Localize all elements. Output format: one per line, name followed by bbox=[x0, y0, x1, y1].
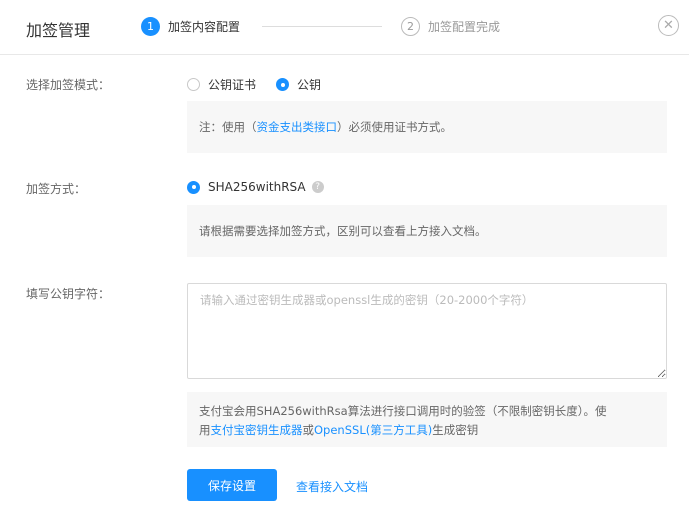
step-1-label: 加签内容配置 bbox=[168, 20, 241, 34]
radio-public-key-cert[interactable]: 公钥证书 bbox=[187, 76, 256, 93]
page-title: 加签管理 bbox=[26, 21, 91, 40]
openssl-link[interactable]: OpenSSL(第三方工具) bbox=[314, 423, 432, 437]
mode-label: 选择加签模式： bbox=[26, 78, 111, 92]
method-label: 加签方式： bbox=[26, 182, 87, 196]
alipay-key-generator-link[interactable]: 支付宝密钥生成器 bbox=[211, 423, 303, 437]
header: 加签管理 1 加签内容配置 2 加签配置完成 ✕ bbox=[0, 0, 689, 55]
key-note: 支付宝会用SHA256withRsa算法进行接口调用时的验签（不限制密钥长度）。… bbox=[187, 392, 667, 447]
close-icon[interactable]: ✕ bbox=[658, 15, 679, 36]
mode-note: 注：使用（资金支出类接口）必须使用证书方式。 bbox=[187, 101, 667, 153]
public-key-input[interactable] bbox=[187, 283, 667, 379]
key-label: 填写公钥字符： bbox=[26, 287, 111, 301]
step-divider bbox=[262, 26, 382, 27]
radio-checked-icon bbox=[276, 78, 290, 91]
note-text: 生成密钥 bbox=[432, 423, 479, 437]
radio-public-key[interactable]: 公钥 bbox=[276, 76, 321, 93]
radio-checked-icon bbox=[187, 180, 200, 194]
step-2-number: 2 bbox=[401, 17, 420, 36]
step-2-label: 加签配置完成 bbox=[428, 20, 501, 34]
key-note-line-1: 支付宝会用SHA256withRsa算法进行接口调用时的验签（不限制密钥长度）。… bbox=[199, 404, 607, 418]
save-button[interactable]: 保存设置 bbox=[187, 469, 277, 501]
mode-radio-group: 公钥证书 公钥 bbox=[187, 76, 341, 93]
help-icon[interactable]: ? bbox=[311, 181, 324, 193]
radio-unchecked-icon bbox=[187, 78, 200, 91]
note-text: 或 bbox=[302, 423, 315, 437]
step-1-number: 1 bbox=[141, 17, 160, 36]
note-prefix: 注：使用（ bbox=[199, 120, 257, 134]
note-text: 用 bbox=[199, 423, 211, 437]
radio-label: SHA256withRSA bbox=[208, 180, 306, 194]
method-radio-group: SHA256withRSA ? bbox=[187, 180, 324, 194]
key-note-line-2: 用支付宝密钥生成器或OpenSSL(第三方工具)生成密钥 bbox=[199, 421, 655, 440]
note-suffix: ）必须使用证书方式。 bbox=[337, 120, 452, 134]
radio-sha256withrsa[interactable]: SHA256withRSA bbox=[187, 180, 306, 194]
step-1: 1 加签内容配置 bbox=[141, 17, 240, 36]
radio-label: 公钥 bbox=[297, 78, 322, 92]
step-2: 2 加签配置完成 bbox=[401, 17, 500, 36]
fund-expense-api-link[interactable]: 资金支出类接口 bbox=[257, 120, 338, 134]
radio-label: 公钥证书 bbox=[208, 78, 257, 92]
method-note: 请根据需要选择加签方式，区别可以查看上方接入文档。 bbox=[187, 205, 667, 257]
view-docs-link[interactable]: 查看接入文档 bbox=[296, 478, 368, 495]
